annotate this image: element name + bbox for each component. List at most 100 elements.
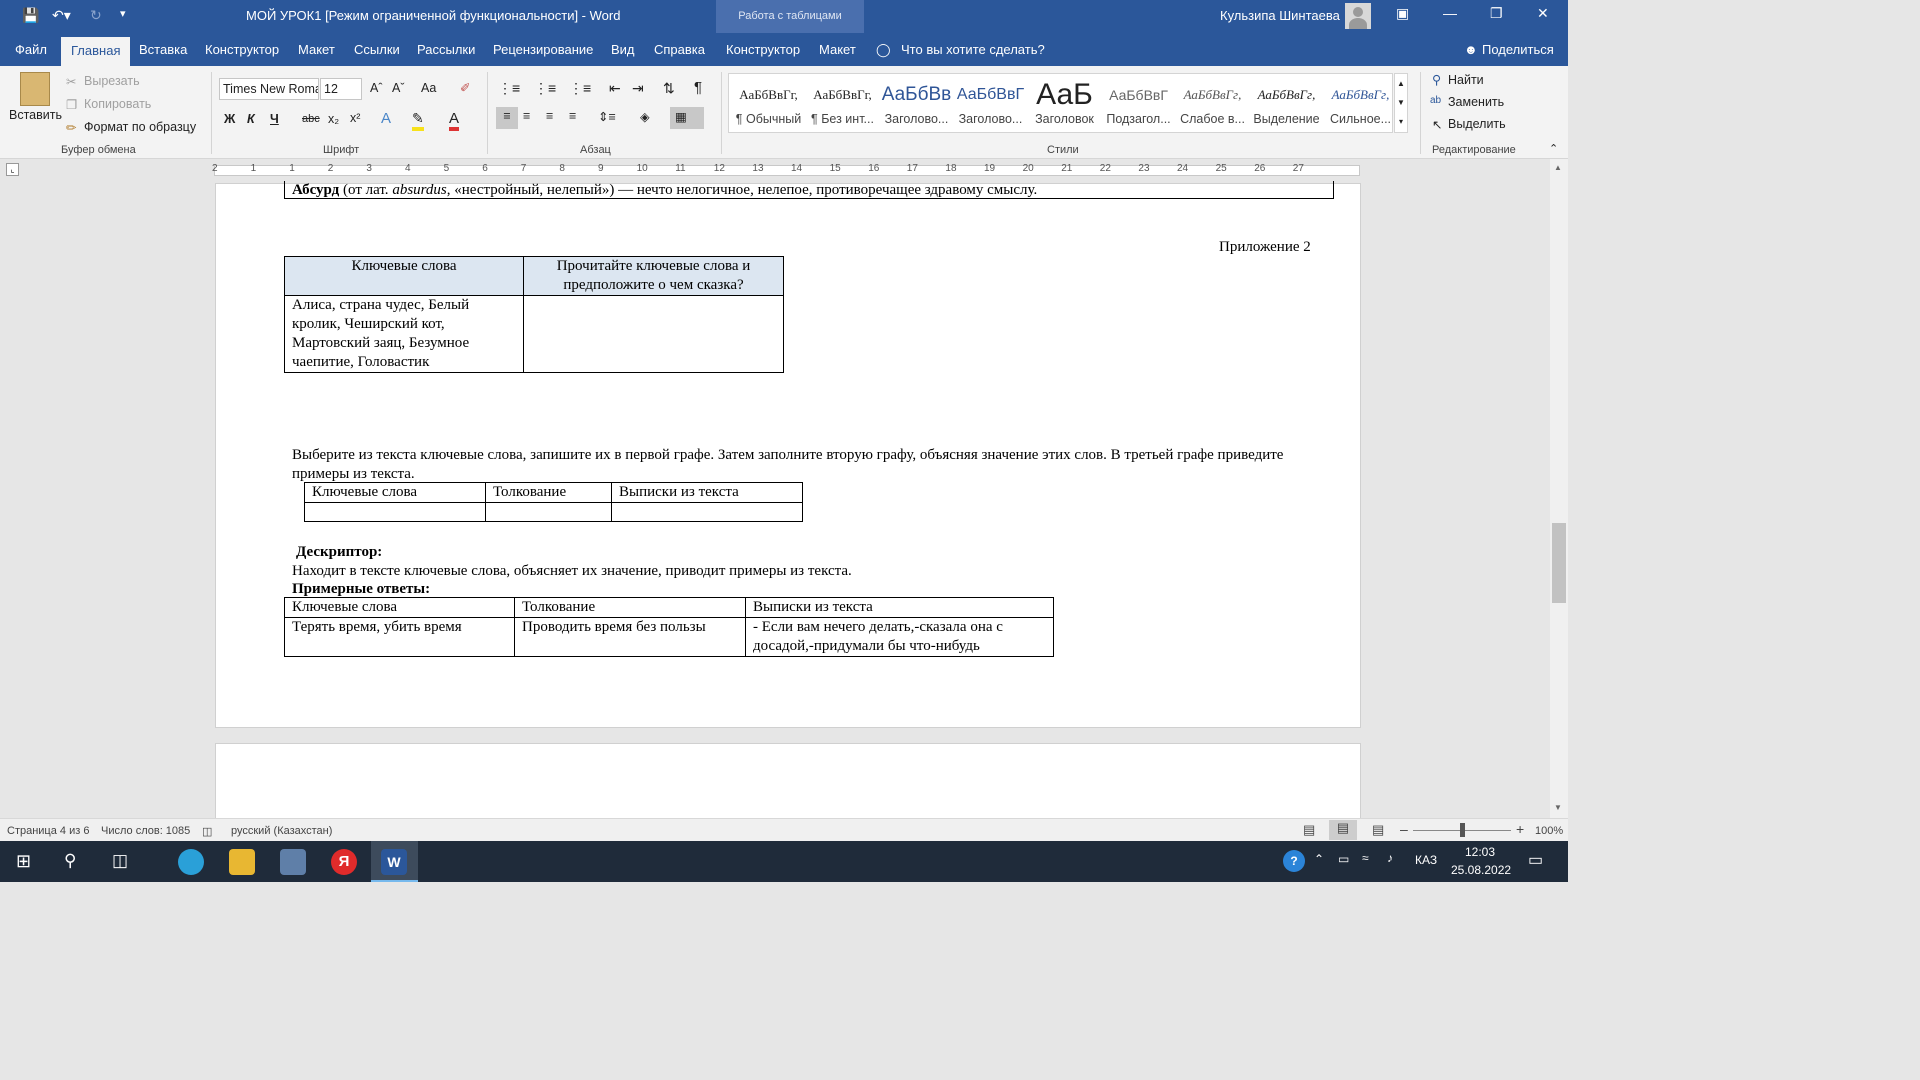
decrease-indent-icon[interactable]: ⇤	[609, 80, 621, 97]
subscript-icon[interactable]: x₂	[328, 112, 339, 126]
paste-button[interactable]: Вставить	[9, 108, 62, 122]
table-header-cell[interactable]: Выписки из текста	[611, 482, 803, 503]
zoom-slider-thumb[interactable]	[1460, 823, 1465, 837]
share-button[interactable]: Поделиться	[1482, 42, 1554, 57]
document-page[interactable]: Абсурд (от лат. absurdus, «нестройный, н…	[215, 181, 1361, 728]
zoom-in-icon[interactable]: +	[1516, 821, 1524, 837]
vertical-scrollbar[interactable]: ▲ ▼	[1550, 159, 1568, 818]
shrink-font-icon[interactable]: Aˇ	[392, 81, 405, 95]
table-cell-empty[interactable]	[523, 295, 784, 373]
edge-icon[interactable]	[178, 849, 204, 875]
align-right-icon[interactable]: ≡	[546, 109, 553, 123]
style-subtle-emphasis[interactable]: АаБбВвГг, Слабое в...	[1176, 78, 1249, 126]
tab-mailings[interactable]: Рассылки	[417, 42, 475, 57]
help-icon[interactable]: ?	[1283, 850, 1305, 872]
user-name[interactable]: Кульзипа Шинтаева	[1220, 8, 1340, 23]
find-icon[interactable]: ⚲	[1432, 72, 1441, 87]
font-color-icon[interactable]: A	[449, 110, 460, 131]
cut-button[interactable]: Вырезать	[84, 74, 140, 88]
volume-icon[interactable]: ♪	[1387, 851, 1393, 865]
table-header-cell[interactable]: Ключевые слова	[304, 482, 486, 503]
copy-icon[interactable]: ❐	[66, 97, 77, 112]
style-intense-emphasis[interactable]: АаБбВвГг, Сильное...	[1324, 78, 1397, 126]
select-icon[interactable]: ↖	[1432, 117, 1442, 132]
format-painter-icon[interactable]: ✏	[66, 120, 76, 135]
tab-table-design[interactable]: Конструктор	[726, 42, 800, 57]
table-cell-empty[interactable]	[611, 502, 803, 522]
change-case-button[interactable]: Aa	[421, 81, 436, 95]
yandex-browser-icon[interactable]: Я	[331, 849, 357, 875]
clock-date[interactable]: 25.08.2022	[1451, 863, 1511, 877]
italic-button[interactable]: К	[247, 112, 255, 126]
read-mode-icon[interactable]: ▤	[1303, 822, 1315, 838]
battery-icon[interactable]: ▭	[1338, 852, 1349, 866]
align-center-icon[interactable]: ≡	[523, 109, 530, 123]
strikethrough-button[interactable]: abc	[302, 113, 320, 125]
restore-icon[interactable]: ❐	[1490, 5, 1503, 22]
style-heading-1[interactable]: АаБбВв Заголово...	[880, 78, 953, 126]
collapse-ribbon-icon[interactable]: ⌃	[1549, 142, 1558, 155]
proofing-icon[interactable]: ◫	[202, 825, 212, 838]
wifi-icon[interactable]: ≈	[1362, 851, 1369, 865]
web-layout-icon[interactable]: ▤	[1372, 822, 1384, 838]
align-left-icon[interactable]: ≡	[496, 107, 518, 129]
document-page-next[interactable]	[215, 743, 1361, 819]
bold-button[interactable]: Ж	[224, 112, 235, 126]
borders-icon[interactable]: ▦	[670, 107, 704, 129]
style-no-spacing[interactable]: АаБбВвГг, ¶ Без инт...	[806, 78, 879, 126]
ribbon-display-icon[interactable]: ▣	[1396, 5, 1409, 22]
table-cell[interactable]: - Если вам нечего делать,-сказала она с …	[745, 617, 1054, 657]
superscript-icon[interactable]: x²	[350, 111, 360, 125]
tray-expand-icon[interactable]: ⌃	[1314, 852, 1324, 866]
print-layout-icon[interactable]: ▤	[1329, 820, 1357, 840]
style-subtitle[interactable]: АаБбВвГ Подзагол...	[1102, 78, 1175, 126]
show-marks-icon[interactable]: ¶	[694, 79, 702, 96]
table-header-cell[interactable]: Ключевые слова	[284, 256, 524, 296]
tab-table-layout[interactable]: Макет	[819, 42, 856, 57]
file-explorer-icon[interactable]	[229, 849, 255, 875]
table-header-cell[interactable]: Выписки из текста	[745, 597, 1054, 618]
tab-view[interactable]: Вид	[611, 42, 635, 57]
tab-references[interactable]: Ссылки	[354, 42, 400, 57]
windows-start-icon[interactable]: ⊞	[16, 851, 31, 872]
zoom-out-icon[interactable]: –	[1400, 821, 1408, 837]
scroll-down-icon[interactable]: ▼	[1554, 803, 1562, 812]
page-count[interactable]: Страница 4 из 6	[7, 825, 89, 837]
tab-review[interactable]: Рецензирование	[493, 42, 593, 57]
keyboard-language[interactable]: КАЗ	[1415, 853, 1437, 867]
table-cell-empty[interactable]	[304, 502, 486, 522]
style-emphasis[interactable]: АаБбВвГг, Выделение	[1250, 78, 1323, 126]
paste-icon[interactable]	[20, 72, 50, 106]
task-view-icon[interactable]: ◫	[112, 851, 128, 871]
minimize-icon[interactable]: —	[1443, 5, 1457, 21]
tab-design[interactable]: Конструктор	[205, 42, 279, 57]
format-painter-button[interactable]: Формат по образцу	[84, 120, 196, 134]
undo-icon[interactable]: ↶▾	[52, 7, 71, 24]
text-effects-icon[interactable]: A	[381, 110, 391, 127]
highlight-icon[interactable]: ✎	[412, 110, 424, 131]
shading-icon[interactable]: ◈	[640, 109, 650, 124]
tab-insert[interactable]: Вставка	[139, 42, 187, 57]
save-icon[interactable]: 💾	[22, 7, 39, 24]
style-heading-2[interactable]: АаБбВвГ Заголово...	[954, 78, 1027, 126]
share-icon[interactable]: ☻	[1464, 42, 1478, 57]
tab-home[interactable]: Главная	[61, 37, 131, 66]
notifications-icon[interactable]: ▭	[1528, 850, 1543, 870]
table-cell[interactable]: Терять время, убить время	[284, 617, 515, 657]
table-cell[interactable]: Проводить время без пользы	[514, 617, 746, 657]
close-icon[interactable]: ✕	[1537, 5, 1549, 22]
cut-icon[interactable]: ✂	[66, 74, 76, 89]
word-count[interactable]: Число слов: 1085	[101, 825, 190, 837]
find-button[interactable]: Найти	[1448, 73, 1484, 87]
scrollbar-thumb[interactable]	[1552, 523, 1566, 603]
table-header-cell[interactable]: Прочитайте ключевые слова и предположите…	[523, 256, 784, 296]
customize-toolbar-icon[interactable]: ▾	[120, 7, 126, 20]
replace-icon[interactable]: ab	[1430, 95, 1441, 106]
clock-time[interactable]: 12:03	[1465, 845, 1495, 859]
tell-me-input[interactable]: Что вы хотите сделать?	[901, 42, 1045, 57]
copy-button[interactable]: Копировать	[84, 97, 151, 111]
sort-icon[interactable]: ⇅	[663, 80, 675, 97]
tab-help[interactable]: Справка	[654, 42, 705, 57]
underline-button[interactable]: Ч	[270, 112, 279, 126]
bullets-icon[interactable]: ⋮≡	[498, 80, 520, 97]
